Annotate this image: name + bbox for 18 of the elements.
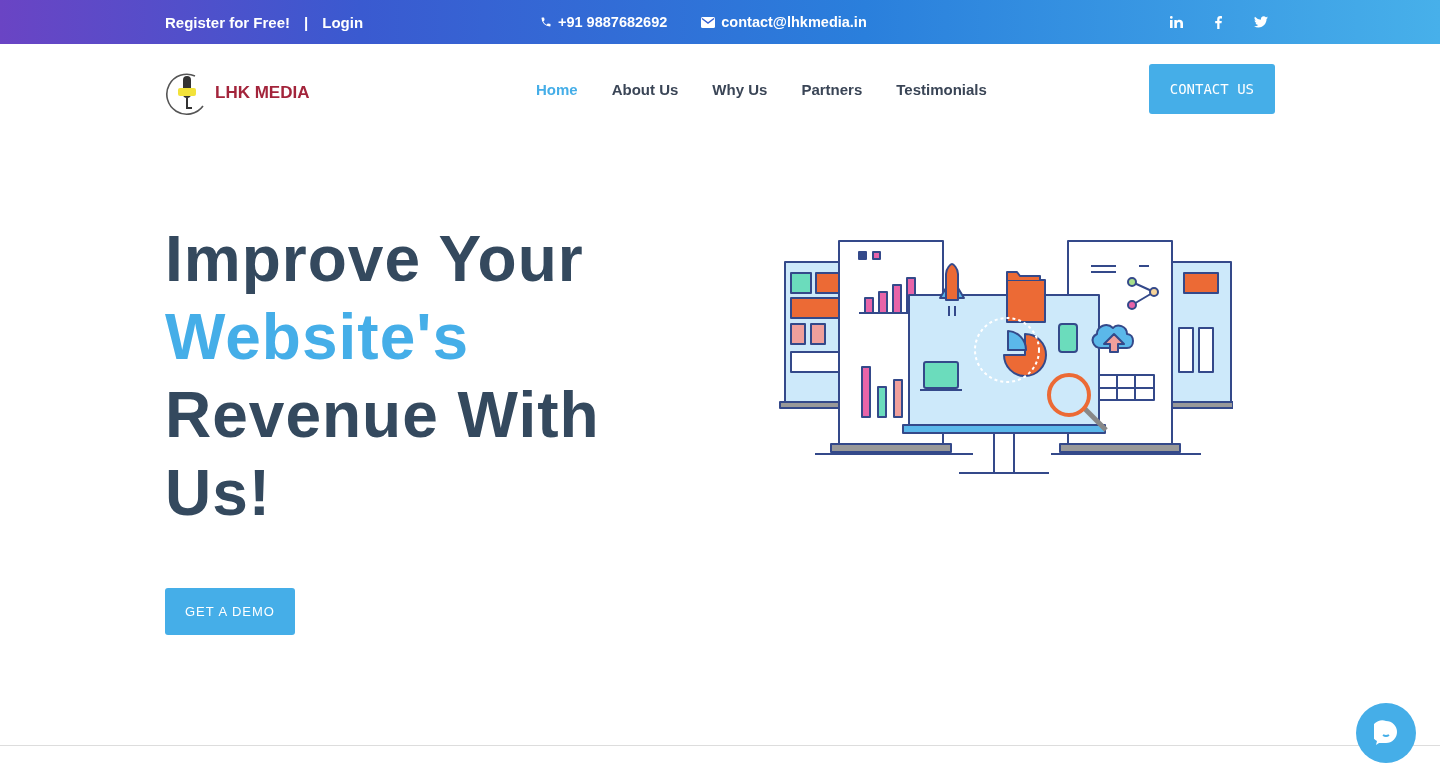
nav-link[interactable]: Partners — [801, 80, 863, 98]
phone-number: +91 9887682692 — [558, 14, 668, 30]
separator: | — [304, 13, 309, 31]
chat-button[interactable] — [1356, 703, 1416, 763]
nav-link[interactable]: Why Us — [712, 80, 768, 98]
top-bar-link[interactable]: Login — [322, 13, 364, 31]
phone-icon — [540, 16, 552, 28]
facebook-icon[interactable] — [1215, 15, 1222, 29]
top-bar-link[interactable]: Register for Free! — [165, 13, 291, 31]
envelope-icon — [701, 16, 716, 28]
hero-headline: Improve Your Website's Revenue With Us! — [165, 222, 601, 531]
email-address: contact@lhkmedia.in — [721, 14, 867, 30]
twitter-icon[interactable] — [1254, 16, 1268, 28]
logo-text[interactable]: LHK MEDIA — [215, 83, 310, 103]
chat-bubble-icon — [1374, 720, 1398, 746]
nav-link[interactable]: Testimonials — [896, 80, 987, 98]
linkedin-icon[interactable] — [1170, 16, 1183, 28]
nav-link[interactable]: About Us — [611, 80, 679, 98]
